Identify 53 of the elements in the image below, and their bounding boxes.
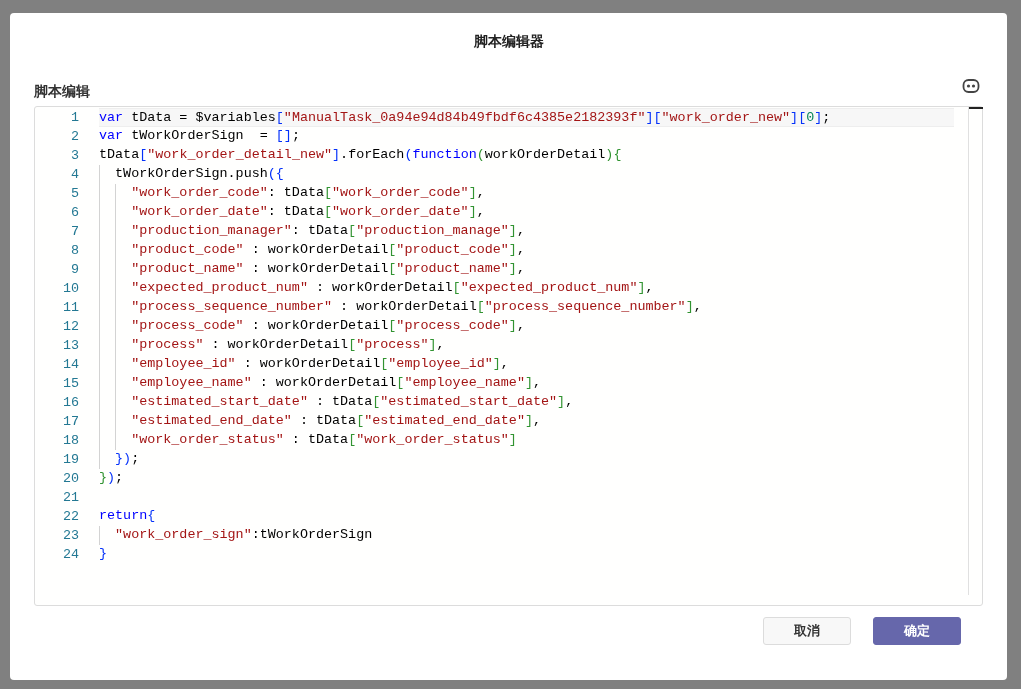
line-number: 3 xyxy=(70,147,79,165)
line-number: 16 xyxy=(62,394,79,412)
code-line: "process_sequence_number" : workOrderDetail["process_sequence_number"], xyxy=(130,298,702,316)
code-line: "work_order_sign":tWorkOrderSign xyxy=(114,526,373,544)
code-line: "process" : workOrderDetail["process"], xyxy=(130,336,445,354)
confirm-button[interactable]: 确定 xyxy=(873,617,961,645)
line-number: 17 xyxy=(62,413,79,431)
line-number: 9 xyxy=(70,261,79,279)
line-number: 20 xyxy=(62,470,79,488)
line-number: 13 xyxy=(62,337,79,355)
code-line: "expected_product_num" : workOrderDetail["expected_product_num"], xyxy=(130,279,654,297)
code-line: return{ xyxy=(99,507,156,525)
line-number: 8 xyxy=(70,242,79,260)
line-number: 14 xyxy=(62,356,79,374)
line-number: 7 xyxy=(70,223,79,241)
line-number: 4 xyxy=(70,166,79,184)
code-line: "work_order_code": tData["work_order_code"], xyxy=(130,184,485,202)
code-line: "employee_id" : workOrderDetail["employee_id"], xyxy=(130,355,509,373)
line-number: 21 xyxy=(62,489,79,507)
line-number: 12 xyxy=(62,318,79,336)
line-number: 5 xyxy=(70,185,79,203)
code-line: "employee_name" : workOrderDetail["employee_name"], xyxy=(130,374,542,392)
code-editor[interactable] xyxy=(34,106,983,606)
code-line: "process_code" : workOrderDetail["process_code"], xyxy=(130,317,525,335)
line-number: 15 xyxy=(62,375,79,393)
code-line: "estimated_start_date" : tData["estimated_start_date"], xyxy=(130,393,574,411)
line-number: 2 xyxy=(70,128,79,146)
line-number: 23 xyxy=(62,527,79,545)
code-line: "product_name" : workOrderDetail["product_name"], xyxy=(130,260,525,278)
code-line: "production_manager": tData["production_manage"], xyxy=(130,222,525,240)
line-number: 6 xyxy=(70,204,79,222)
code-line: }); xyxy=(114,450,140,468)
code-line: var tWorkOrderSign = []; xyxy=(99,127,300,145)
code-line: }); xyxy=(99,469,124,487)
code-line: "product_code" : workOrderDetail["product_code"], xyxy=(130,241,525,259)
line-number: 24 xyxy=(62,546,79,564)
code-line: "estimated_end_date" : tData["estimated_end_date"], xyxy=(130,412,541,430)
code-line: "work_order_date": tData["work_order_date"], xyxy=(130,203,485,221)
section-label: 脚本编辑 xyxy=(34,82,90,101)
cancel-button[interactable]: 取消 xyxy=(763,617,851,645)
line-number: 1 xyxy=(70,109,79,127)
dialog-title: 脚本编辑器 xyxy=(473,32,544,51)
line-number: 18 xyxy=(62,432,79,450)
line-number: 11 xyxy=(62,299,79,317)
line-number: 10 xyxy=(62,280,79,298)
code-line: } xyxy=(99,545,108,563)
code-line: tData["work_order_detail_new"].forEach(function(workOrderDetail){ xyxy=(99,146,622,164)
code-line: tWorkOrderSign.push({ xyxy=(114,165,284,183)
code-line: var tData = $variables["ManualTask_0a94e94d84b49fbdf6c4385e2182393f"]["work_order_new"][0]; xyxy=(99,109,831,127)
robot-icon[interactable] xyxy=(962,78,980,94)
code-line: "work_order_status" : tData["work_order_status"] xyxy=(130,431,517,449)
line-number: 19 xyxy=(62,451,79,469)
line-number: 22 xyxy=(62,508,79,526)
